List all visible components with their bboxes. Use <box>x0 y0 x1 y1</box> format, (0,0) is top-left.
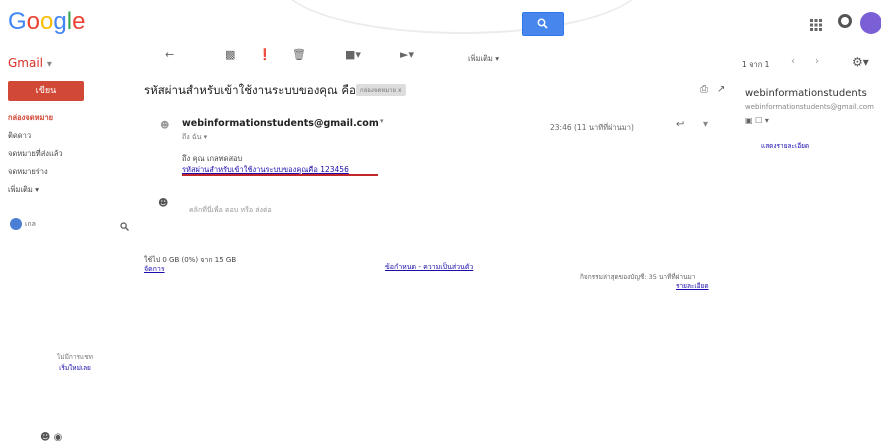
reply-icon[interactable]: ↩ <box>676 119 684 130</box>
manage-storage-link[interactable]: จัดการ <box>144 264 165 275</box>
recipient-line[interactable]: ถึง ฉัน ▾ <box>182 132 207 143</box>
reply-arrow-icon: ☻ <box>158 198 169 209</box>
archive-icon[interactable]: ▩ <box>225 48 235 61</box>
google-logo[interactable]: Google <box>8 8 85 36</box>
move-to-folder-icon[interactable]: ■▾ <box>345 48 361 61</box>
report-spam-icon[interactable]: ❗ <box>258 48 272 61</box>
no-chats-message: ไม่มีการแชท เริ่มใหม่เลย <box>40 352 110 374</box>
pager-text: 1 จาก 1 <box>742 60 770 69</box>
more-actions-button[interactable]: เพิ่มเติม ▾ <box>468 53 499 65</box>
label-icon[interactable]: ►▾ <box>400 48 414 61</box>
no-chats-text: ไม่มีการแชท <box>57 353 93 361</box>
reply-forward-prompt[interactable]: คลิกที่นี่เพื่อ ตอบ หรือ ส่งต่อ <box>189 205 272 216</box>
hangouts-icon[interactable]: ◉ <box>54 432 63 443</box>
sidebar-item-inbox[interactable]: กล่องจดหมาย <box>8 112 53 124</box>
trash-icon[interactable]: 🗑 <box>292 48 306 61</box>
sender-dropdown-icon[interactable]: ▾ <box>380 117 384 125</box>
start-new-chat-link[interactable]: เริ่มใหม่เลย <box>40 363 110 374</box>
gmail-menu[interactable]: Gmail ▾ <box>8 56 52 70</box>
contact-actions[interactable]: ▣ ☐ ▾ <box>745 116 769 125</box>
message-datetime: 23:46 (11 นาทีที่ผ่านมา) <box>550 123 634 132</box>
notifications-icon[interactable] <box>838 14 852 28</box>
compose-button[interactable]: เขียน <box>8 81 84 101</box>
red-underline-annotation <box>182 174 378 176</box>
sidebar-item-starred[interactable]: ติดดาว <box>8 130 31 142</box>
contact-email: webinformationstudents@gmail.com <box>745 103 874 111</box>
user-name[interactable]: เกล <box>25 219 36 230</box>
watermark-arc <box>280 0 644 34</box>
account-avatar[interactable] <box>860 12 881 34</box>
sidebar-item-more[interactable]: เพิ่มเติม ▾ <box>8 184 39 196</box>
chevron-down-icon: ▾ <box>46 59 52 70</box>
message-more-icon[interactable]: ▾ <box>703 119 708 130</box>
email-subject: รหัสผ่านสำหรับเข้าใช้งานระบบของคุณ คือ <box>144 83 356 97</box>
activity-details-link[interactable]: รายละเอียด <box>676 281 709 291</box>
gmail-label: Gmail <box>8 56 44 70</box>
sender-email[interactable]: webinformationstudents@gmail.com <box>182 118 379 129</box>
person-icon[interactable]: ☻ <box>40 432 50 443</box>
show-details-link[interactable]: แสดงรายละเอียด <box>761 141 809 151</box>
sender-avatar-icon: ☻ <box>160 121 170 131</box>
apps-grid-icon[interactable] <box>810 16 822 35</box>
print-icon[interactable]: ⎙ <box>700 84 708 95</box>
user-avatar[interactable] <box>10 218 22 230</box>
search-button[interactable] <box>522 12 564 36</box>
bottom-icons: ☻ ◉ <box>40 432 62 443</box>
inbox-label-badge[interactable]: กล่องจดหมาย x <box>356 84 406 96</box>
chevron-right-icon[interactable]: › <box>815 56 819 67</box>
chevron-left-icon[interactable]: ‹ <box>791 56 795 67</box>
sidebar-item-drafts[interactable]: จดหมายร่าง <box>8 166 48 178</box>
terms-privacy-link[interactable]: ข้อกำหนด - ความเป็นส่วนตัว <box>385 262 473 273</box>
sidebar-item-sent[interactable]: จดหมายที่ส่งแล้ว <box>8 148 63 160</box>
gear-icon[interactable]: ⚙▾ <box>852 55 869 69</box>
contact-name: webinformationstudents <box>745 88 867 99</box>
back-arrow-icon[interactable]: ← <box>165 48 174 61</box>
chat-search-icon[interactable] <box>120 216 129 235</box>
search-icon <box>537 18 548 29</box>
new-window-icon[interactable]: ↗ <box>717 84 725 95</box>
